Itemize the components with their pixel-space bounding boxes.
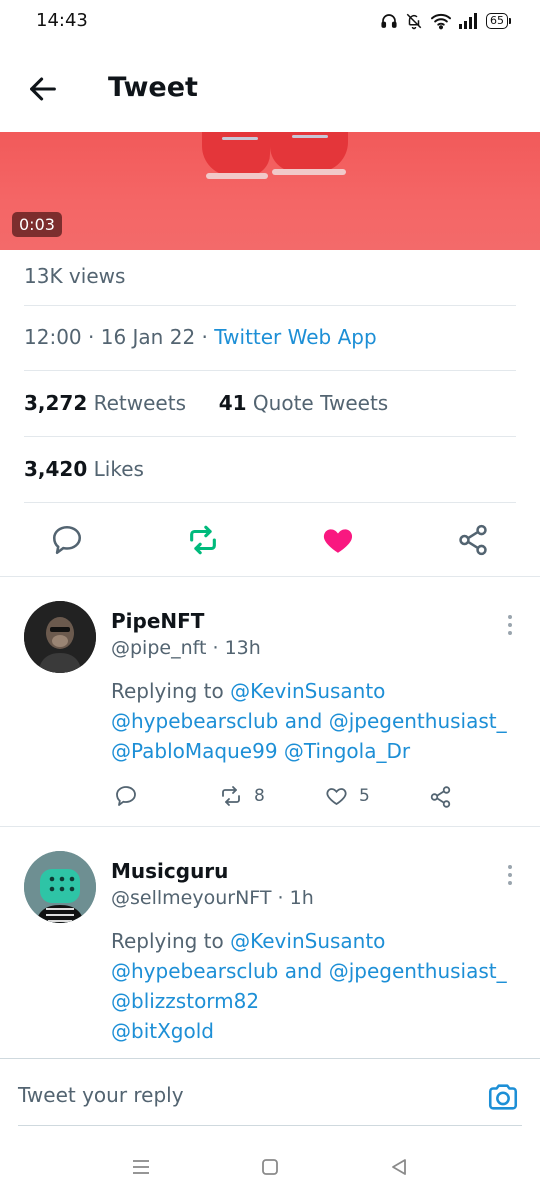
reply-author-meta: @pipe_nft · 13h xyxy=(111,637,261,659)
shoe-stripe-left xyxy=(222,137,258,140)
divider xyxy=(0,576,540,577)
separator-dot: · xyxy=(212,637,225,659)
likes-label: Likes xyxy=(93,457,144,481)
page-title: Tweet xyxy=(108,72,198,103)
wifi-icon xyxy=(431,13,451,30)
battery-indicator: 65 xyxy=(486,13,511,29)
and-text: and xyxy=(284,959,323,983)
reply-line: @hypebearsclub and @jpegenthusiast_ xyxy=(111,706,521,736)
reply-icon[interactable] xyxy=(50,523,84,557)
shoe-stripe-right xyxy=(292,135,328,138)
likes-count: 3,420 xyxy=(24,457,88,481)
divider xyxy=(24,305,516,306)
tweet-timestamp: 12:00 · 16 Jan 22 · Twitter Web App xyxy=(24,325,377,349)
retweet-icon xyxy=(222,786,240,806)
menu-nav-icon[interactable] xyxy=(129,1155,153,1179)
reply-line: Replying to @KevinSusanto xyxy=(111,676,521,706)
separator-dot: · xyxy=(277,887,290,909)
shoe-sole-right xyxy=(272,169,346,175)
robot-avatar-icon xyxy=(24,851,96,923)
reply-action-like[interactable]: 5 xyxy=(324,784,370,808)
like-count: 5 xyxy=(359,786,370,806)
home-nav-icon[interactable] xyxy=(258,1155,282,1179)
reply-line: @PabloMaque99 @Tingola_Dr xyxy=(111,736,521,766)
reply-author-name[interactable]: PipeNFT xyxy=(111,609,204,633)
camera-icon[interactable] xyxy=(486,1080,520,1114)
reply-line: Replying to @KevinSusanto xyxy=(111,926,521,956)
reply-body: Replying to @KevinSusanto @hypebearsclub… xyxy=(111,676,521,766)
mention-link[interactable]: @jpegenthusiast_ xyxy=(329,709,507,733)
reply-time: 1h xyxy=(289,887,314,909)
tweet-date: 16 Jan 22 xyxy=(100,325,196,349)
mention-link[interactable]: @bitXgold xyxy=(111,1019,214,1043)
separator-dot: · xyxy=(88,325,101,349)
likes-stat[interactable]: 3,420 Likes xyxy=(24,457,144,481)
views-count: 13K views xyxy=(24,264,126,288)
mention-link[interactable]: @Tingola_Dr xyxy=(284,739,410,763)
share-icon[interactable] xyxy=(428,785,453,809)
share-icon[interactable] xyxy=(456,523,490,557)
mention-link[interactable]: @PabloMaque99 xyxy=(111,739,278,763)
reply-body: Replying to @KevinSusanto @hypebearsclub… xyxy=(111,926,521,1046)
status-icons: 65 xyxy=(380,12,511,30)
shoe-right xyxy=(270,132,348,172)
retweet-count: 8 xyxy=(254,786,265,806)
mute-bell-icon xyxy=(406,13,422,30)
video-duration-badge: 0:03 xyxy=(12,212,62,237)
divider xyxy=(24,502,516,503)
reply-input[interactable]: Tweet your reply xyxy=(18,1083,184,1107)
video-player[interactable] xyxy=(0,132,540,250)
engagement-row: 3,272 Retweets 41 Quote Tweets xyxy=(24,391,388,415)
retweets-count: 3,272 xyxy=(24,391,88,415)
signal-icon xyxy=(459,13,477,29)
divider xyxy=(18,1125,522,1126)
headphones-icon xyxy=(381,14,397,28)
reply-author-handle[interactable]: @pipe_nft xyxy=(111,637,206,659)
avatar[interactable] xyxy=(24,601,96,673)
heart-icon xyxy=(326,788,347,806)
back-nav-icon[interactable] xyxy=(387,1155,411,1179)
divider xyxy=(24,370,516,371)
ape-avatar-icon xyxy=(24,601,96,673)
quote-tweets-count: 41 xyxy=(218,391,247,415)
reply-line: @hypebearsclub and @jpegenthusiast_ xyxy=(111,956,521,986)
reply-icon xyxy=(116,786,136,806)
reply-author-meta: @sellmeyourNFT · 1h xyxy=(111,887,314,909)
and-text: and xyxy=(284,709,323,733)
reply-author-name[interactable]: Musicguru xyxy=(111,859,228,883)
more-options-icon[interactable] xyxy=(500,861,520,889)
tweet-time: 12:00 xyxy=(24,325,82,349)
tweet-source-link[interactable]: Twitter Web App xyxy=(214,325,376,349)
retweet-icon[interactable] xyxy=(186,523,220,557)
back-arrow-icon[interactable] xyxy=(26,72,60,106)
mention-link[interactable]: @hypebearsclub xyxy=(111,709,278,733)
quote-tweets-label: Quote Tweets xyxy=(252,391,389,415)
divider xyxy=(0,1058,540,1059)
mention-link[interactable]: @KevinSusanto xyxy=(230,929,385,953)
reply-time: 13h xyxy=(224,637,261,659)
mention-link[interactable]: @jpegenthusiast_ xyxy=(329,959,507,983)
quote-tweets-stat[interactable]: 41 Quote Tweets xyxy=(219,391,389,415)
mention-link[interactable]: @hypebearsclub xyxy=(111,959,278,983)
reply-action-reply[interactable] xyxy=(114,784,138,808)
divider xyxy=(0,826,540,827)
mention-link[interactable]: @blizzstorm82 xyxy=(111,989,259,1013)
mention-link[interactable]: @KevinSusanto xyxy=(230,679,385,703)
retweets-label: Retweets xyxy=(93,391,186,415)
more-options-icon[interactable] xyxy=(500,611,520,639)
replying-to-label: Replying to xyxy=(111,929,224,953)
like-heart-icon[interactable] xyxy=(321,523,355,557)
divider xyxy=(24,436,516,437)
avatar[interactable] xyxy=(24,851,96,923)
status-time: 14:43 xyxy=(36,10,88,31)
reply-line: @blizzstorm82 xyxy=(111,986,521,1016)
separator-dot: · xyxy=(201,325,215,349)
shoe-sole-left xyxy=(206,173,268,179)
reply-author-handle[interactable]: @sellmeyourNFT xyxy=(111,887,271,909)
reply-line: @bitXgold xyxy=(111,1016,521,1046)
retweets-stat[interactable]: 3,272 Retweets xyxy=(24,391,186,415)
reply-action-retweet[interactable]: 8 xyxy=(218,784,265,808)
replying-to-label: Replying to xyxy=(111,679,224,703)
